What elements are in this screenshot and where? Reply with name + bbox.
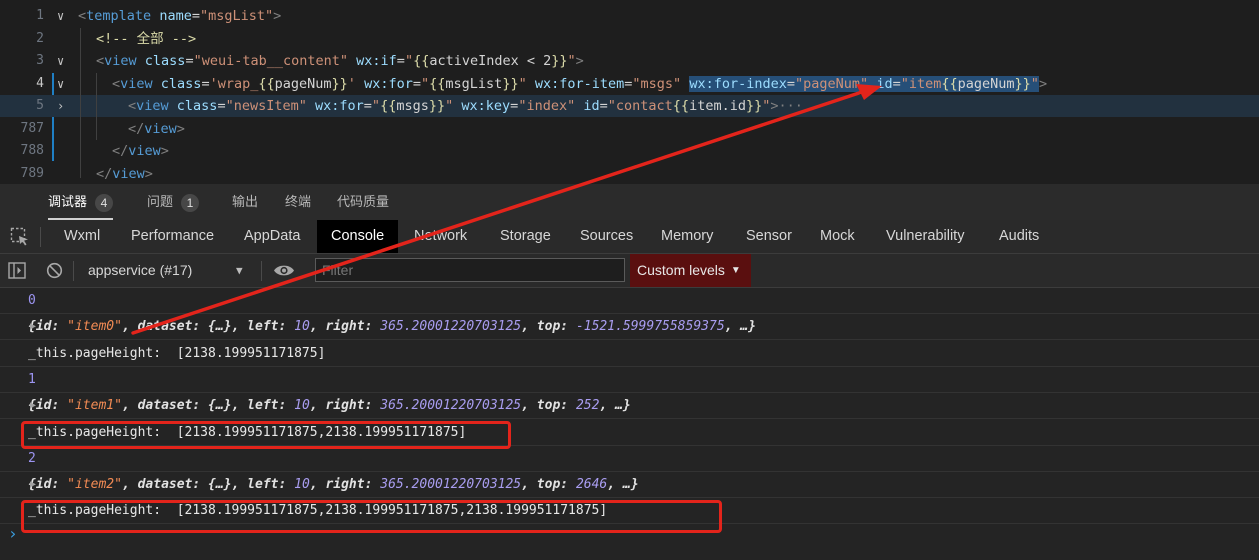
console-message-row[interactable]: ▶ {id: "item2", dataset: {…}, left: 10, r… [0, 472, 1259, 498]
chevron-down-icon: ▼ [730, 265, 741, 276]
tab-code-quality[interactable]: 代码质量 [337, 184, 389, 220]
console-message-row: 0 [0, 288, 1259, 314]
code-line[interactable]: 2 <!-- 全部 --> [0, 28, 1259, 50]
console-message-row: _this.pageHeight: [2138.199951171875] [0, 341, 1259, 367]
tab-wxml[interactable]: Wxml [50, 220, 114, 253]
code-text: <view class='wrap_{{pageNum}}' wx:for="{… [112, 76, 1048, 92]
tab-vulnerability[interactable]: Vulnerability [872, 220, 978, 253]
code-line[interactable]: 5 › <view class="newsItem" wx:for="{{msgs}… [0, 95, 1259, 117]
indent-guide [80, 28, 81, 178]
code-line[interactable]: 788 </view> [0, 140, 1259, 162]
tab-problems-label: 问题 [147, 194, 174, 209]
devtools-tab-bar: Wxml Performance AppData Console Network Stor… [0, 220, 1259, 254]
code-text: </view> [128, 121, 185, 137]
console-toolbar: appservice (#17) ▼ Custom levels ▼ [0, 254, 1259, 288]
panel-tab-bar: 调试器 4 问题 1 输出 终端 代码质量 [0, 184, 1259, 220]
line-number: 789 [20, 166, 44, 181]
expand-object-icon[interactable]: ▶ [30, 393, 36, 419]
code-editor[interactable]: 1 ∨ <template name="msgList"> 2 <!-- 全部 --> 3… [0, 0, 1259, 184]
debugger-count-badge: 4 [95, 193, 114, 212]
console-message-row: 2 [0, 446, 1259, 472]
toolbar-divider [73, 261, 74, 281]
code-text: </view> [112, 143, 169, 159]
console-prompt-icon[interactable]: › [8, 524, 18, 543]
fold-chevron-icon[interactable]: ∨ [57, 73, 64, 95]
tab-terminal[interactable]: 终端 [285, 184, 311, 220]
tab-console[interactable]: Console [317, 220, 399, 253]
code-line[interactable]: 1 ∨ <template name="msgList"> [0, 5, 1259, 27]
tab-network[interactable]: Network [400, 220, 481, 253]
line-number: 788 [20, 143, 44, 158]
code-line[interactable]: 4 ∨ <view class='wrap_{{pageNum}}' wx:for=… [0, 73, 1259, 95]
tab-debugger-label: 调试器 [48, 194, 88, 209]
tab-code-quality-label: 代码质量 [337, 194, 390, 209]
problems-count-badge: 1 [181, 193, 200, 212]
line-number: 3 [36, 53, 44, 68]
tab-storage[interactable]: Storage [486, 220, 565, 253]
tab-sensor[interactable]: Sensor [732, 220, 806, 253]
console-message-row[interactable]: ▶ {id: "item0", dataset: {…}, left: 10, r… [0, 314, 1259, 340]
toolbar-divider [40, 227, 41, 247]
live-expression-eye-icon[interactable] [273, 263, 295, 278]
expand-object-icon[interactable]: ▶ [30, 314, 36, 340]
tab-terminal-label: 终端 [285, 194, 312, 209]
tab-output-label: 输出 [232, 194, 259, 209]
console-message-row: 1 [0, 367, 1259, 393]
code-line[interactable]: 3 ∨ <view class="weui-tab__content" wx:if=… [0, 50, 1259, 72]
sidebar-toggle-icon[interactable] [8, 262, 26, 279]
code-text: <!-- 全部 --> [96, 31, 197, 47]
highlight-box-item1-pageheight [21, 421, 511, 449]
line-number: 1 [36, 8, 44, 23]
console-message-row[interactable]: ▶ {id: "item1", dataset: {…}, left: 10, r… [0, 393, 1259, 419]
line-number: 2 [36, 31, 44, 46]
log-levels-dropdown[interactable]: Custom levels ▼ [630, 254, 751, 287]
code-text: </view> [96, 166, 153, 182]
tab-sources[interactable]: Sources [566, 220, 647, 253]
code-text: <view class="newsItem" wx:for="{{msgs}}"… [128, 98, 803, 114]
context-dropdown-icon[interactable]: ▼ [236, 254, 243, 287]
tab-mock[interactable]: Mock [806, 220, 869, 253]
tab-memory[interactable]: Memory [647, 220, 727, 253]
indent-guide [96, 73, 97, 140]
code-line[interactable]: 787 </view> [0, 118, 1259, 140]
tab-debugger[interactable]: 调试器 4 [48, 184, 114, 220]
tab-appdata[interactable]: AppData [230, 220, 314, 253]
expand-object-icon[interactable]: ▶ [30, 472, 36, 498]
code-line[interactable]: 789 </view> [0, 163, 1259, 184]
code-text: <template name="msgList"> [78, 8, 282, 24]
fold-chevron-icon[interactable]: › [57, 95, 64, 117]
line-number: 5 [36, 98, 44, 113]
toolbar-divider [261, 261, 262, 281]
code-text: <view class="weui-tab__content" wx:if="{… [96, 53, 584, 69]
log-levels-label: Custom levels [637, 262, 725, 278]
filter-input[interactable] [315, 258, 625, 282]
highlight-box-item2-pageheight [21, 500, 722, 533]
context-selector[interactable]: appservice (#17) [88, 254, 192, 287]
fold-chevron-icon[interactable]: ∨ [57, 5, 64, 27]
tab-performance[interactable]: Performance [117, 220, 228, 253]
tab-output[interactable]: 输出 [232, 184, 258, 220]
line-number: 787 [20, 121, 44, 136]
tab-audits[interactable]: Audits [985, 220, 1053, 253]
tab-problems[interactable]: 问题 1 [147, 184, 200, 220]
inspect-element-icon[interactable] [10, 227, 30, 247]
clear-console-icon[interactable] [46, 262, 63, 279]
line-number: 4 [36, 76, 44, 91]
fold-chevron-icon[interactable]: ∨ [57, 50, 64, 72]
